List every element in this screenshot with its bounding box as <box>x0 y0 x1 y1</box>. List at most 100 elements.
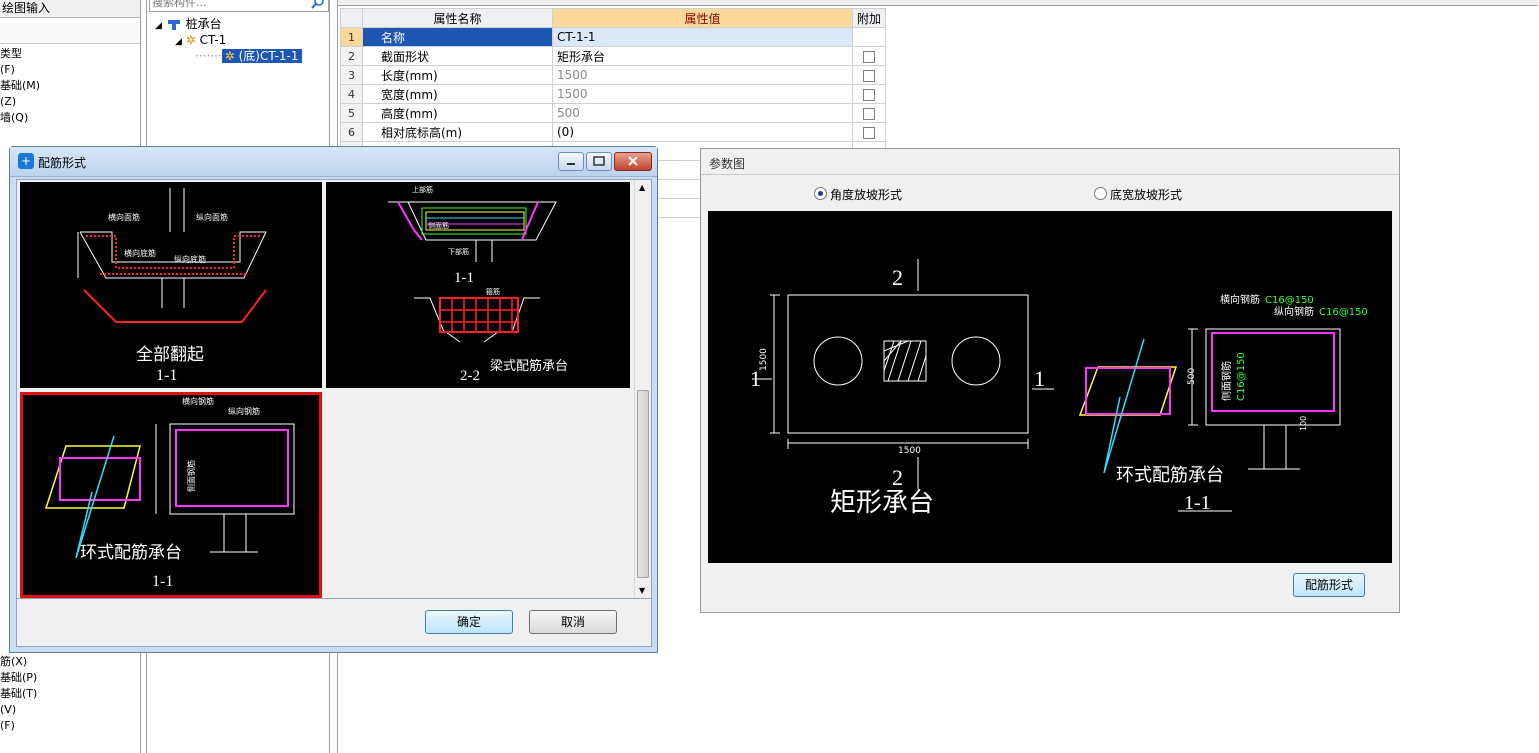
t1-section: 1-1 <box>156 367 177 384</box>
property-toolbar <box>338 0 1538 6</box>
tile-beam-type-drawing: 上部筋 侧面筋 箍筋 下部筋 1-1 2-2 梁式配筋承台 <box>388 185 568 384</box>
extra-cell <box>851 65 887 85</box>
angle-slope-radio[interactable] <box>814 187 827 200</box>
left-nav-toolbar <box>0 22 140 44</box>
section-mark-right: 1 <box>1034 366 1045 391</box>
property-row[interactable]: 4 宽度(mm) 1500 <box>340 84 887 104</box>
property-row[interactable]: 5 高度(mm) 500 <box>340 103 887 123</box>
property-value[interactable]: 1500 <box>552 84 853 104</box>
extra-checkbox[interactable] <box>863 50 875 63</box>
left-nav-item[interactable]: 类型 <box>0 46 22 62</box>
maximize-button[interactable] <box>586 152 612 171</box>
rebar-v-label: 纵向钢筋 <box>1274 305 1314 318</box>
property-value[interactable]: CT-1-1 <box>552 27 853 47</box>
maximize-icon <box>593 156 605 166</box>
dim-length-label: 1500 <box>898 446 921 456</box>
left-nav-item[interactable]: 墙(Q) <box>0 110 28 126</box>
dialog-scrollbar[interactable]: ▲ ▼ <box>634 180 651 598</box>
rebar-side-label: 侧面钢筋 <box>1220 361 1233 401</box>
tile-ring-type[interactable]: 横向钢筋 纵向钢筋 侧面钢筋 环式配筋承台 1-1 <box>20 392 322 598</box>
t2-section-2: 2-2 <box>460 368 480 384</box>
scroll-up-icon[interactable]: ▲ <box>639 183 645 192</box>
t2-label-4: 下部筋 <box>448 247 469 256</box>
tile-ring-type-drawing: 横向钢筋 纵向钢筋 侧面钢筋 环式配筋承台 1-1 <box>44 396 295 590</box>
property-name: 名称 <box>362 27 553 47</box>
left-nav-item[interactable]: 筋(X) <box>0 654 27 670</box>
app-icon: + <box>18 153 34 169</box>
t3-section: 1-1 <box>152 573 173 590</box>
extra-checkbox[interactable] <box>863 88 875 101</box>
angle-slope-label: 角度放坡形式 <box>830 188 903 202</box>
scroll-down-icon[interactable]: ▼ <box>639 586 645 595</box>
parameter-diagram-panel: 参数图 角度放坡形式 底宽放坡形式 2 2 1 1 1500 1500 矩形承台… <box>700 148 1400 613</box>
tree-node-ct1[interactable]: ◢ ✲ CT-1 <box>175 32 226 48</box>
scroll-thumb[interactable] <box>637 390 649 578</box>
width-slope-label: 底宽放坡形式 <box>1110 188 1183 202</box>
t3-label-1: 横向钢筋 <box>182 396 214 406</box>
property-row[interactable]: 3 长度(mm) 1500 <box>340 65 887 85</box>
minimize-icon <box>567 163 575 165</box>
extra-checkbox[interactable] <box>863 107 875 120</box>
tile-full-bend-up[interactable]: 横向面筋 纵向面筋 横向底筋 纵向底筋 全部翻起 1-1 <box>20 182 322 388</box>
dialog-footer: 确定 取消 <box>16 599 652 647</box>
left-nav-item[interactable]: 基础(M) <box>0 78 40 94</box>
close-icon <box>628 156 638 166</box>
t1-label-4: 纵向底筋 <box>174 254 206 264</box>
search-icon[interactable] <box>311 0 325 10</box>
extra-checkbox[interactable] <box>863 69 875 82</box>
rebar-side-spec: C16@150 <box>1236 352 1247 401</box>
tree-node-ct1-1[interactable]: ······· ✲ (底)CT-1-1 <box>195 48 302 64</box>
section-mark-top: 2 <box>892 265 903 290</box>
pile-circle-right <box>951 336 1001 386</box>
expand-arrow-icon[interactable]: ◢ <box>175 37 182 47</box>
property-value[interactable]: 矩形承台 <box>552 46 853 66</box>
property-row[interactable]: 6 相对底标高(m) (0) <box>340 122 887 142</box>
left-nav-item[interactable]: 基础(T) <box>0 686 37 702</box>
row-number: 3 <box>340 65 363 85</box>
t1-caption: 全部翻起 <box>136 345 204 364</box>
section-mark-bottom: 2 <box>892 465 903 490</box>
rebar-form-dialog: + 配筋形式 横向面筋 纵向面筋 横向底筋 纵向底筋 全部翻起 1-1 上部筋 … <box>9 146 658 653</box>
width-slope-radio[interactable] <box>1094 187 1107 200</box>
plan-caption: 矩形承台 <box>830 488 934 517</box>
extra-cell <box>851 103 887 123</box>
row-number: 4 <box>340 84 363 104</box>
cancel-button[interactable]: 取消 <box>529 610 617 634</box>
t1-label-1: 横向面筋 <box>108 212 140 222</box>
left-nav-item[interactable]: (F) <box>0 62 15 78</box>
left-nav-item[interactable]: (V) <box>0 702 16 718</box>
t2-label-3: 箍筋 <box>486 287 500 296</box>
rebar-form-button[interactable]: 配筋形式 <box>1293 573 1365 597</box>
dim-small-label: 100 <box>1299 416 1308 431</box>
property-value[interactable]: 1500 <box>552 65 853 85</box>
t2-label-1: 上部筋 <box>412 185 433 194</box>
extra-cell <box>851 46 887 66</box>
extra-checkbox[interactable] <box>863 126 875 139</box>
tree-node-pile-cap[interactable]: ◢ 桩承台 <box>155 16 222 32</box>
tile-full-bend-up-drawing: 横向面筋 纵向面筋 横向底筋 纵向底筋 全部翻起 1-1 <box>77 188 267 384</box>
dialog-title: 配筋形式 <box>38 156 87 170</box>
property-name-header: 属性名称 <box>362 8 553 28</box>
t2-label-2: 侧面筋 <box>428 221 449 230</box>
left-nav-item[interactable]: 基础(P) <box>0 670 37 686</box>
expand-arrow-icon[interactable]: ◢ <box>155 21 162 31</box>
property-row[interactable]: 2 截面形状 矩形承台 <box>340 46 887 66</box>
property-value[interactable]: (0) <box>552 122 853 142</box>
property-value[interactable]: 500 <box>552 103 853 123</box>
extra-cell <box>851 27 887 47</box>
search-input[interactable]: 搜索构件... <box>149 0 329 12</box>
row-number: 5 <box>340 103 363 123</box>
tile-beam-type[interactable]: 上部筋 侧面筋 箍筋 下部筋 1-1 2-2 梁式配筋承台 <box>326 182 630 388</box>
minimize-button[interactable] <box>558 152 584 171</box>
property-name: 截面形状 <box>362 46 553 66</box>
ok-button[interactable]: 确定 <box>425 610 513 634</box>
close-button[interactable] <box>614 152 652 171</box>
property-row[interactable]: 1 名称 CT-1-1 <box>340 27 887 47</box>
rebar-v-spec: C16@150 <box>1319 307 1368 318</box>
left-nav-item[interactable]: (F) <box>0 718 15 734</box>
dialog-titlebar[interactable]: + 配筋形式 <box>10 147 657 177</box>
tree-node-label: CT-1 <box>199 33 227 47</box>
left-nav-item[interactable]: (Z) <box>0 94 16 110</box>
row-number: 1 <box>340 27 363 47</box>
left-nav-header: 绘图输入 <box>0 0 140 18</box>
